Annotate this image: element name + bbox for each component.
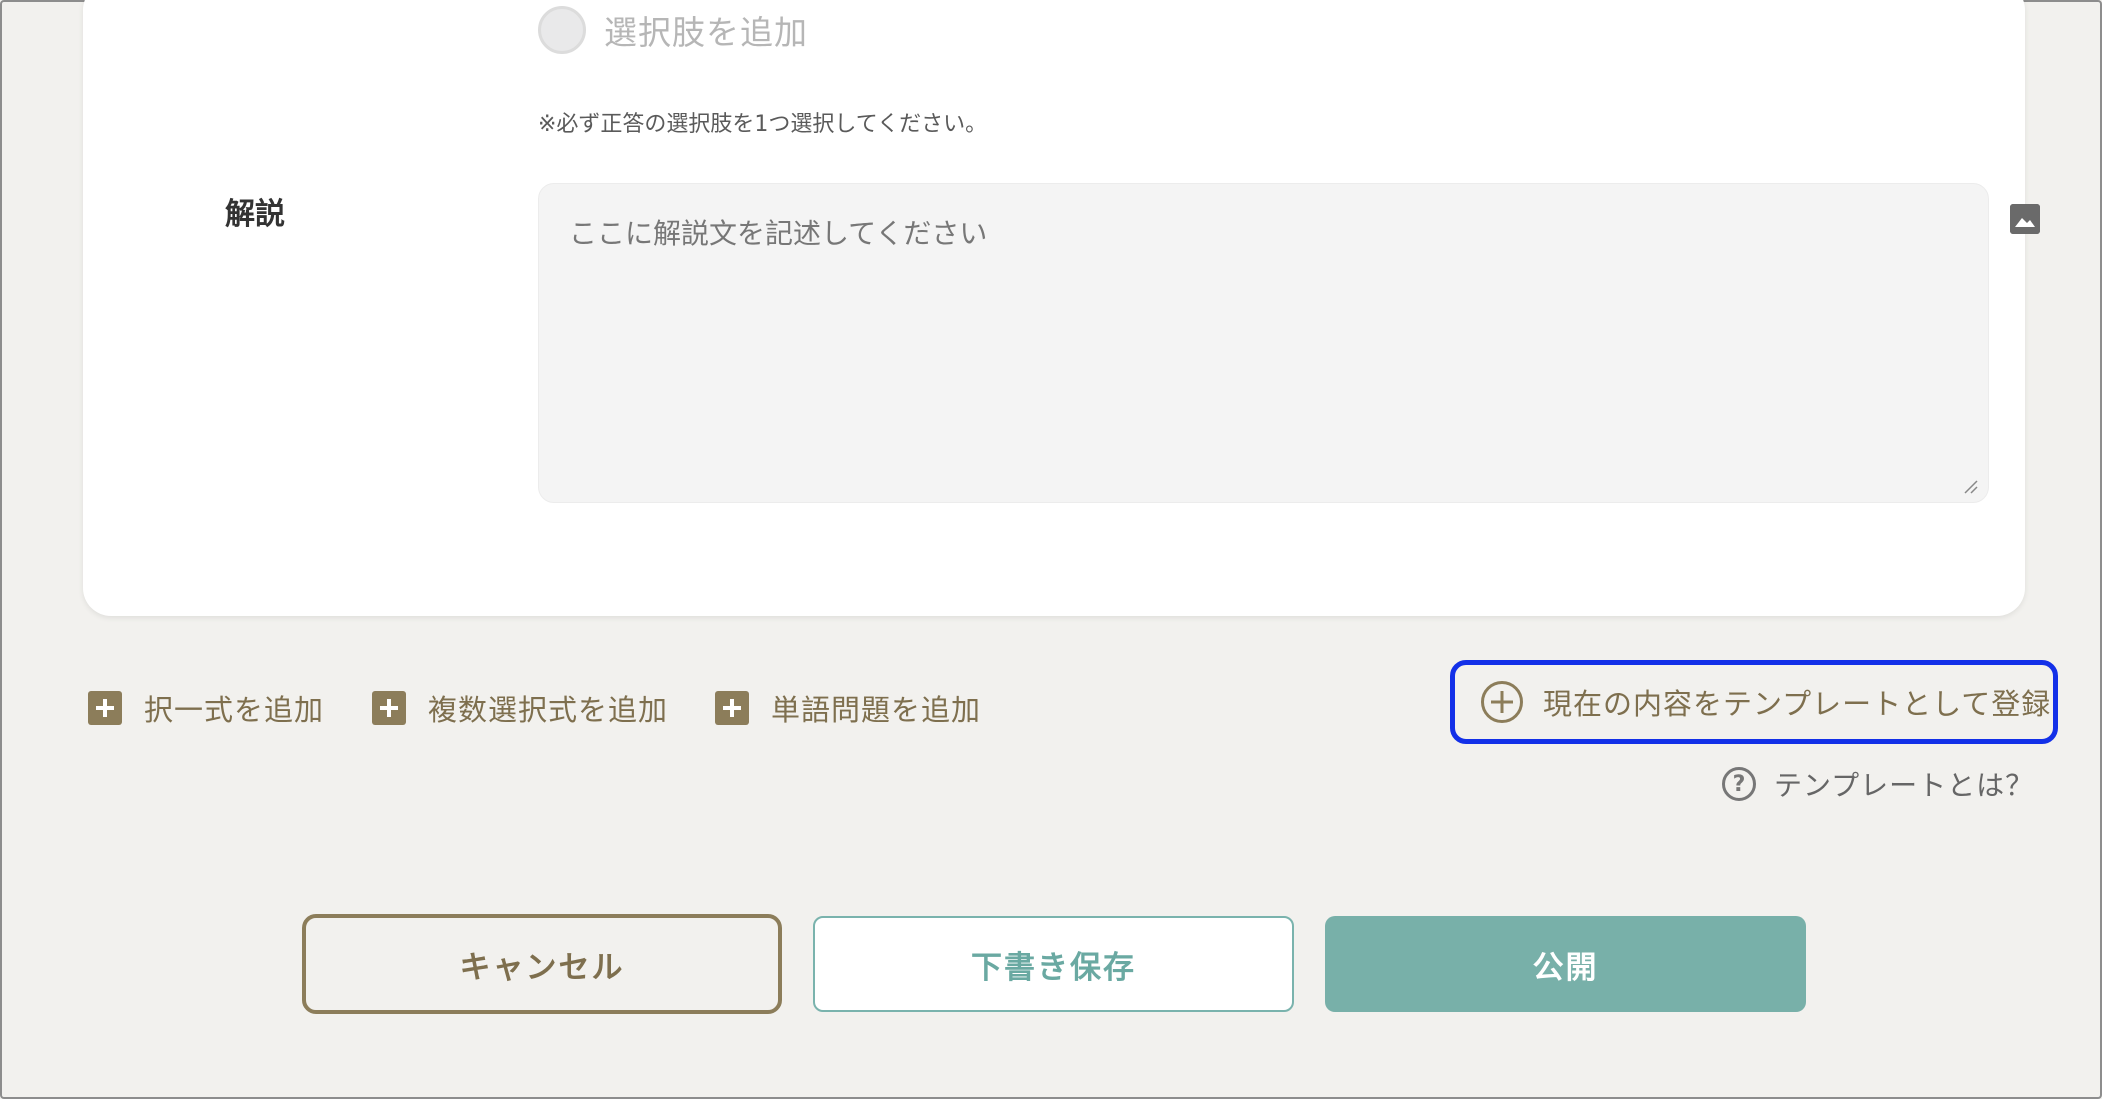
add-single-choice-button[interactable]: 択一式を追加	[88, 688, 324, 728]
add-single-choice-label: 択一式を追加	[144, 693, 325, 727]
resize-grip-icon[interactable]	[1962, 478, 1978, 494]
add-multiple-choice-button[interactable]: 複数選択式を追加	[372, 688, 668, 728]
explanation-placeholder: ここに解説文を記述してください	[569, 217, 988, 250]
circle-plus-icon	[1481, 681, 1523, 723]
plus-square-icon	[88, 691, 122, 725]
add-word-question-button[interactable]: 単語問題を追加	[715, 688, 981, 728]
save-draft-button[interactable]: 下書き保存	[813, 916, 1294, 1012]
question-card: 選択肢を追加 ※必ず正答の選択肢を1つ選択してください。 解説 ここに解説文を記…	[83, 0, 2040, 616]
register-template-label: 現在の内容をテンプレートとして登録	[1543, 687, 2052, 721]
add-multiple-choice-label: 複数選択式を追加	[428, 693, 669, 727]
cancel-button[interactable]: キャンセル	[302, 914, 782, 1014]
plus-square-icon	[372, 691, 406, 725]
template-help-label: テンプレートとは？	[1774, 769, 2035, 802]
insert-image-icon[interactable]	[2010, 204, 2040, 234]
question-circle-icon: ?	[1722, 767, 1756, 801]
add-choice-row[interactable]: 選択肢を追加	[538, 4, 808, 56]
explanation-label: 解説	[225, 197, 285, 232]
template-help-link[interactable]: ? テンプレートとは？	[1722, 764, 2034, 804]
app-frame: 選択肢を追加 ※必ず正答の選択肢を1つ選択してください。 解説 ここに解説文を記…	[0, 0, 2102, 1099]
correct-answer-note: ※必ず正答の選択肢を1つ選択してください。	[538, 112, 988, 137]
plus-square-icon	[715, 691, 749, 725]
add-word-question-label: 単語問題を追加	[771, 693, 982, 727]
register-template-button[interactable]: 現在の内容をテンプレートとして登録	[1450, 660, 2058, 744]
explanation-textarea[interactable]: ここに解説文を記述してください	[538, 183, 1989, 503]
publish-button[interactable]: 公開	[1325, 916, 1806, 1012]
add-choice-label[interactable]: 選択肢を追加	[604, 6, 808, 54]
choice-radio-icon[interactable]	[538, 6, 586, 54]
